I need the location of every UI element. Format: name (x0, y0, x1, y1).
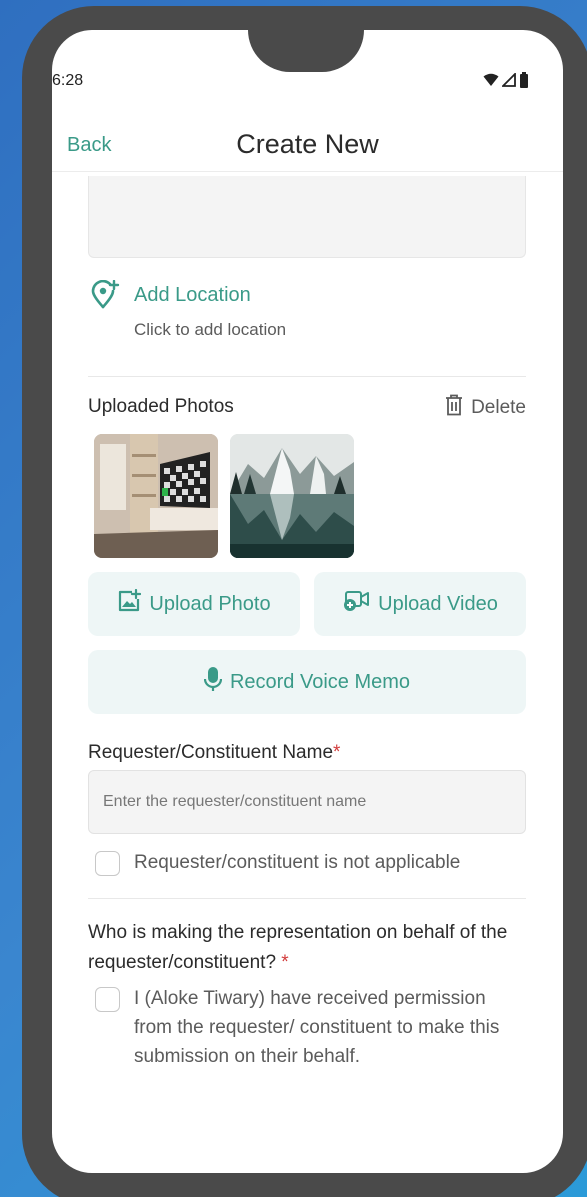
permission-checkbox[interactable] (95, 987, 120, 1012)
representation-question-text: Who is making the representation on beha… (88, 922, 508, 973)
trash-icon (445, 394, 463, 422)
upload-video-label: Upload Video (378, 592, 498, 615)
status-time: 6:28 (52, 72, 84, 89)
delete-button[interactable]: Delete (445, 394, 526, 422)
permission-label[interactable]: I (Aloke Tiwary) have received permissio… (134, 984, 526, 1071)
wifi-icon (483, 73, 499, 92)
record-voice-memo-button[interactable]: Record Voice Memo (88, 650, 526, 714)
description-textarea[interactable] (88, 176, 526, 258)
microphone-icon (203, 666, 223, 698)
signal-icon (500, 71, 516, 92)
upload-photo-button[interactable]: Upload Photo (88, 572, 300, 636)
photo-thumbnail-room[interactable] (94, 434, 218, 558)
not-applicable-label[interactable]: Requester/constituent is not applicable (134, 852, 460, 874)
record-voice-memo-label: Record Voice Memo (229, 670, 411, 693)
uploaded-photos-label: Uploaded Photos (88, 396, 234, 417)
app-screen: 6:28 Back Create New Add Location Click … (52, 30, 563, 1173)
divider (88, 898, 526, 899)
photo-thumbnail-lake[interactable] (230, 434, 354, 558)
battery-icon (519, 72, 529, 93)
upload-video-button[interactable]: Upload Video (314, 572, 526, 636)
location-hint: Click to add location (134, 320, 287, 339)
required-marker: * (281, 952, 289, 973)
add-image-icon (117, 588, 142, 619)
not-applicable-checkbox[interactable] (95, 851, 120, 876)
divider (88, 376, 526, 377)
app-header: Back Create New (52, 122, 563, 172)
requester-name-label-text: Requester/Constituent Name (88, 742, 334, 763)
delete-label: Delete (471, 397, 526, 418)
page-title: Create New (236, 129, 379, 159)
requester-name-label: Requester/Constituent Name* (88, 742, 340, 764)
status-icons (483, 71, 529, 93)
representation-question: Who is making the representation on beha… (88, 918, 528, 978)
requester-name-input[interactable] (88, 770, 526, 834)
add-video-icon (342, 589, 370, 619)
add-location-link[interactable]: Add Location (134, 284, 251, 307)
required-marker: * (333, 742, 341, 763)
add-location-pin-icon[interactable] (90, 279, 120, 310)
upload-photo-label: Upload Photo (149, 592, 271, 615)
